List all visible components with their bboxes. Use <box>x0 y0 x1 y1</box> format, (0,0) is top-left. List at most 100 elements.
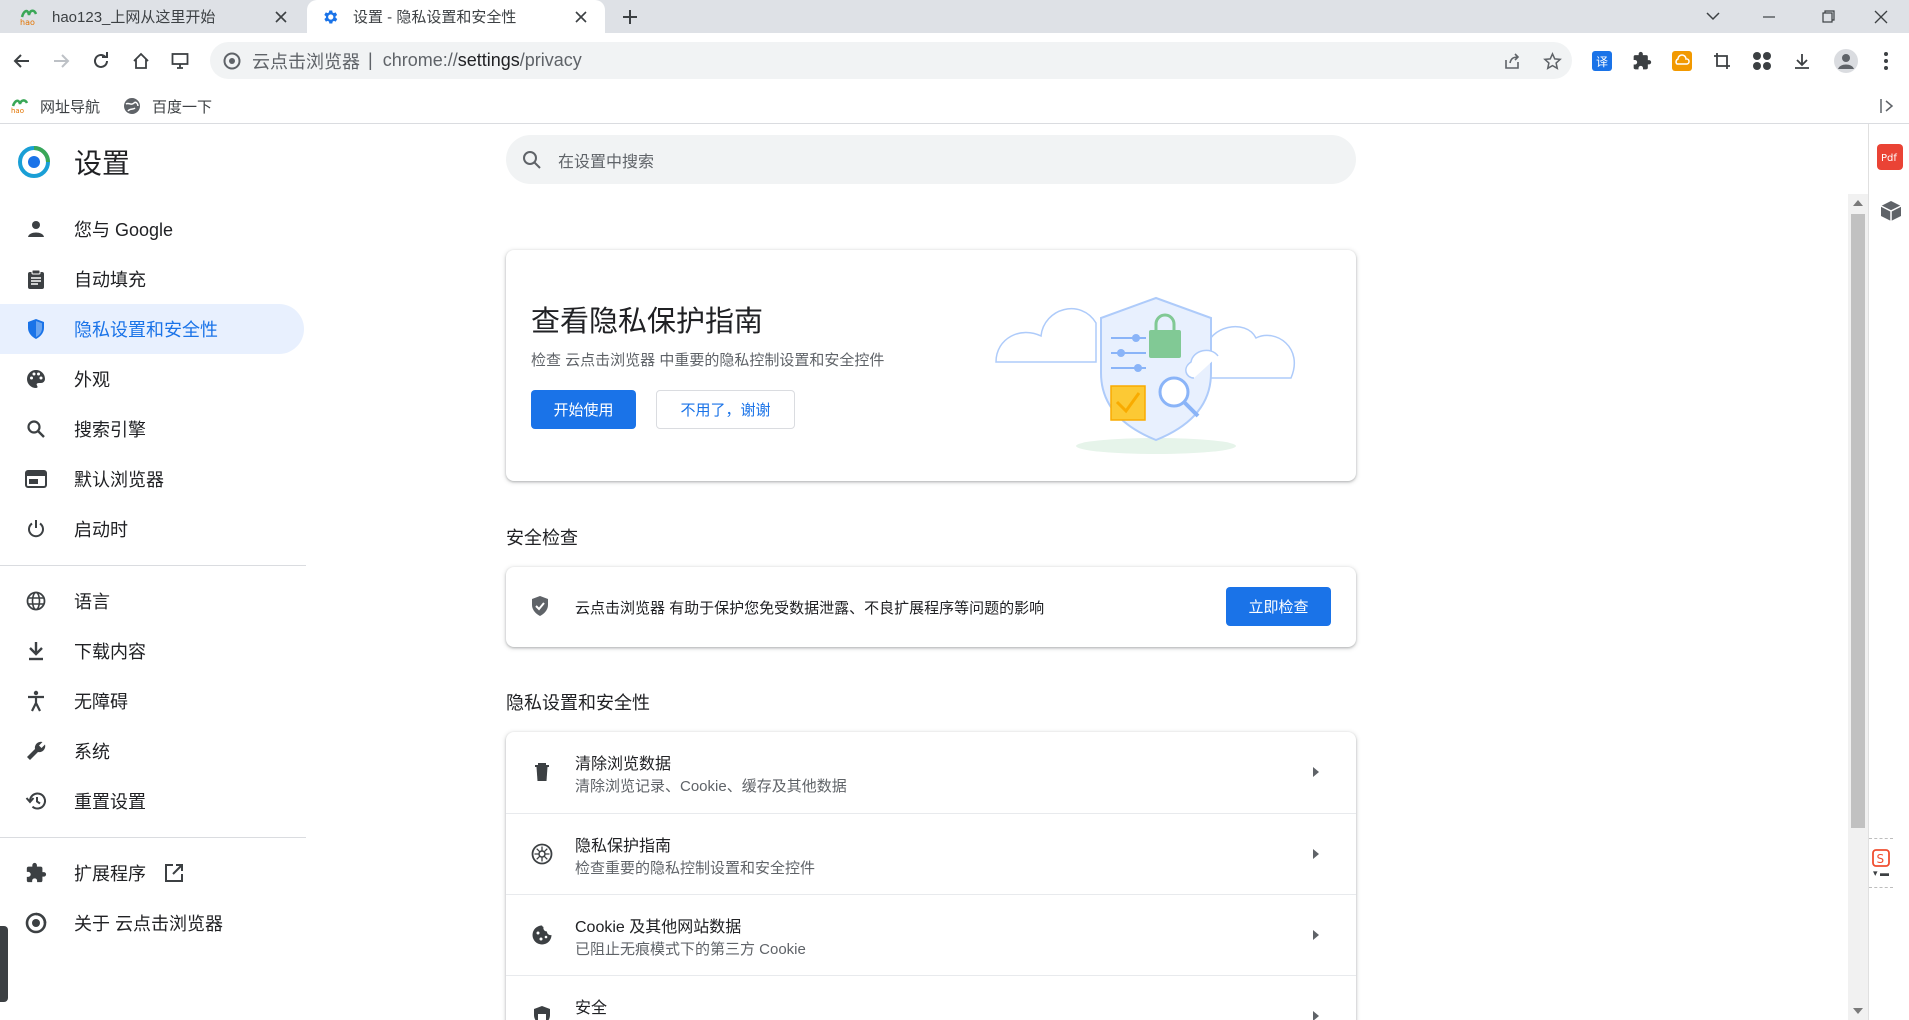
svg-text:Pdf: Pdf <box>1881 153 1897 163</box>
dismiss-guide-button[interactable]: 不用了，谢谢 <box>656 390 795 429</box>
shield-lock-icon <box>530 1004 554 1020</box>
sidebar-item-autofill[interactable]: 自动填充 <box>0 254 304 304</box>
toolbar: 云点击浏览器 | chrome://settings/privacy 译 <box>0 33 1909 88</box>
desktop-icon[interactable] <box>164 45 196 77</box>
accessibility-icon <box>24 689 48 713</box>
svg-text:hao: hao <box>20 18 35 26</box>
address-bar[interactable]: 云点击浏览器 | chrome://settings/privacy <box>210 42 1572 79</box>
sidebar-item-languages[interactable]: 语言 <box>0 576 304 626</box>
tab-settings[interactable]: 设置 - 隐私设置和安全性 <box>307 0 605 33</box>
sidebar-item-privacy[interactable]: 隐私设置和安全性 <box>0 304 304 354</box>
minimize-icon[interactable] <box>1741 0 1797 33</box>
restore-icon[interactable] <box>1800 0 1856 33</box>
check-now-button[interactable]: 立即检查 <box>1226 587 1331 626</box>
power-icon <box>24 517 48 541</box>
sidebar-item-label: 隐私设置和安全性 <box>74 320 218 340</box>
side-panel-toggle-icon[interactable] <box>1876 96 1898 116</box>
new-tab-button[interactable] <box>615 2 645 32</box>
translate-icon[interactable]: 译 <box>1586 45 1618 77</box>
sidebar-item-label: 语言 <box>74 592 110 612</box>
row-subtitle: 检查重要的隐私控制设置和安全控件 <box>575 860 816 877</box>
list-item-privacy-guide[interactable]: 隐私保护指南 检查重要的隐私控制设置和安全控件 <box>506 813 1356 894</box>
pdf-tool-icon[interactable]: Pdf <box>1877 144 1903 170</box>
page-title: 设置 <box>74 148 131 179</box>
bookmark-item[interactable]: hao 网址导航 <box>10 94 100 118</box>
search-icon <box>24 417 48 441</box>
close-window-icon[interactable] <box>1853 0 1909 33</box>
close-tab-icon[interactable] <box>569 5 593 29</box>
settings-search-input[interactable]: 在设置中搜索 <box>506 135 1356 184</box>
start-guide-button[interactable]: 开始使用 <box>531 390 636 429</box>
row-title: 安全 <box>575 1000 608 1017</box>
sidebar-item-accessibility[interactable]: 无障碍 <box>0 676 304 726</box>
clipboard-icon <box>24 267 48 291</box>
download-icon <box>24 639 48 663</box>
history-icon <box>24 789 48 813</box>
chevron-right-icon <box>1306 1006 1326 1020</box>
bookmark-label: 网址导航 <box>40 98 101 116</box>
more-menu-icon[interactable] <box>1870 45 1902 77</box>
row-subtitle: 已阻止无痕模式下的第三方 Cookie <box>575 941 806 958</box>
cloud-extension-icon[interactable] <box>1666 45 1698 77</box>
shield-check-icon <box>530 595 550 617</box>
cookie-icon <box>530 923 554 947</box>
row-title: Cookie 及其他网站数据 <box>575 919 742 936</box>
sidebar-item-you-and-google[interactable]: 您与 Google <box>0 204 304 254</box>
sidebar-item-downloads[interactable]: 下载内容 <box>0 626 304 676</box>
sidebar-divider <box>0 837 306 838</box>
url-separator: | <box>368 50 373 70</box>
page-scrollbar[interactable] <box>1848 194 1868 1020</box>
row-subtitle: 清除浏览记录、Cookie、缓存及其他数据 <box>575 778 847 795</box>
tab-search-icon[interactable] <box>1685 0 1741 33</box>
sidebar-item-appearance[interactable]: 外观 <box>0 354 304 404</box>
sidebar-item-search-engine[interactable]: 搜索引擎 <box>0 404 304 454</box>
reload-icon[interactable] <box>85 45 117 77</box>
guide-subtitle: 检查 云点击浏览器 中重要的隐私控制设置和安全控件 <box>531 352 885 369</box>
input-method-widget[interactable]: S ▾ ▬ <box>1869 838 1893 888</box>
sidebar-item-label: 重置设置 <box>74 792 146 812</box>
sidebar-item-default-browser[interactable]: 默认浏览器 <box>0 454 304 504</box>
sidebar-item-reset[interactable]: 重置设置 <box>0 776 304 826</box>
tab-hao123[interactable]: hao hao123_上网从这里开始 <box>0 0 305 33</box>
sidebar-item-label: 自动填充 <box>74 270 146 290</box>
tab-strip: hao hao123_上网从这里开始 设置 - 隐私设置和安全性 <box>0 0 1909 33</box>
back-arrow-icon[interactable] <box>6 45 38 77</box>
site-name: 云点击浏览器 <box>252 51 360 72</box>
bookmark-item[interactable]: 百度一下 <box>122 94 212 118</box>
puzzle-icon <box>24 861 48 885</box>
sidebar-item-system[interactable]: 系统 <box>0 726 304 776</box>
compass-icon <box>530 842 554 866</box>
scroll-up-arrow[interactable] <box>1853 200 1863 206</box>
sidebar-item-label: 默认浏览器 <box>74 470 164 490</box>
scroll-down-arrow[interactable] <box>1853 1008 1863 1014</box>
left-edge-tab[interactable] <box>0 926 8 1002</box>
forward-arrow-icon[interactable] <box>45 45 77 77</box>
right-side-panel: Pdf S ▾ ▬ <box>1868 124 1909 1020</box>
sidebar-item-on-startup[interactable]: 启动时 <box>0 504 304 554</box>
safety-check-heading: 安全检查 <box>506 528 578 548</box>
download-icon[interactable] <box>1786 45 1818 77</box>
globe-icon <box>122 96 142 116</box>
person-icon <box>24 217 48 241</box>
browser-logo-icon <box>222 51 242 71</box>
star-icon[interactable] <box>1536 45 1568 77</box>
scroll-thumb[interactable] <box>1851 214 1865 828</box>
row-title: 隐私保护指南 <box>575 838 672 855</box>
trash-icon <box>530 760 554 784</box>
sidebar-item-extensions[interactable]: 扩展程序 <box>0 848 304 898</box>
list-item-clear-browsing-data[interactable]: 清除浏览数据 清除浏览记录、Cookie、缓存及其他数据 <box>506 732 1356 813</box>
sidebar-item-about[interactable]: 关于 云点击浏览器 <box>0 898 304 948</box>
search-icon <box>522 150 542 170</box>
list-item-security[interactable]: 安全 <box>506 975 1356 1020</box>
sidebar-item-label: 搜索引擎 <box>74 420 146 440</box>
crop-icon[interactable] <box>1706 45 1738 77</box>
box-tool-icon[interactable] <box>1878 198 1904 224</box>
list-item-cookies[interactable]: Cookie 及其他网站数据 已阻止无痕模式下的第三方 Cookie <box>506 894 1356 975</box>
share-icon[interactable] <box>1496 45 1528 77</box>
profile-avatar-icon[interactable] <box>1830 45 1862 77</box>
close-tab-icon[interactable] <box>269 5 293 29</box>
bookmark-label: 百度一下 <box>152 98 213 116</box>
apps-grid-icon[interactable] <box>1746 45 1778 77</box>
extensions-icon[interactable] <box>1626 45 1658 77</box>
home-icon[interactable] <box>125 45 157 77</box>
